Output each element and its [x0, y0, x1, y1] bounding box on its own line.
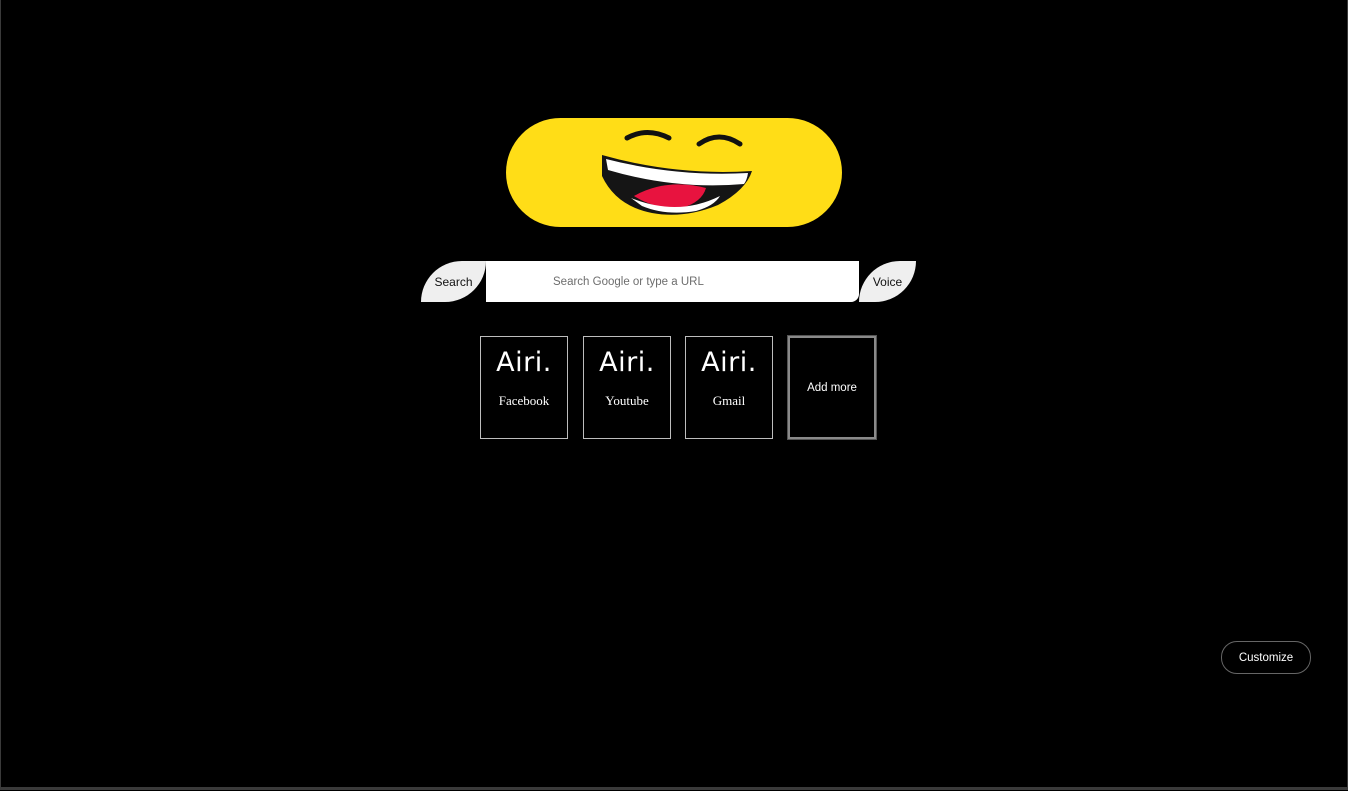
left-eye: [624, 130, 672, 141]
shortcut-brand: Airi.: [599, 347, 655, 378]
voice-button-label: Voice: [872, 274, 903, 289]
right-eye: [696, 134, 743, 147]
add-more-label: Add more: [807, 381, 857, 394]
shortcut-label: Facebook: [498, 393, 550, 408]
shortcut-label: Gmail: [712, 393, 746, 408]
shortcut-label: Youtube: [605, 393, 649, 408]
search-box: [486, 261, 859, 302]
search-button-label: Search: [434, 274, 473, 289]
shortcut-tile-youtube[interactable]: Airi. Youtube: [583, 336, 671, 439]
search-button[interactable]: Search: [421, 261, 486, 302]
shortcut-tile-facebook[interactable]: Airi. Facebook: [480, 336, 568, 439]
shortcut-brand: Airi.: [496, 347, 552, 378]
customize-label: Customize: [1238, 651, 1294, 664]
laughing-face-logo: [506, 118, 842, 227]
shortcut-tile-gmail[interactable]: Airi. Gmail: [685, 336, 773, 439]
voice-button[interactable]: Voice: [859, 261, 916, 302]
search-input[interactable]: [486, 261, 859, 302]
add-more-button[interactable]: Add more: [787, 335, 877, 440]
customize-button[interactable]: Customize: [1221, 641, 1311, 674]
shortcut-brand: Airi.: [701, 347, 757, 378]
